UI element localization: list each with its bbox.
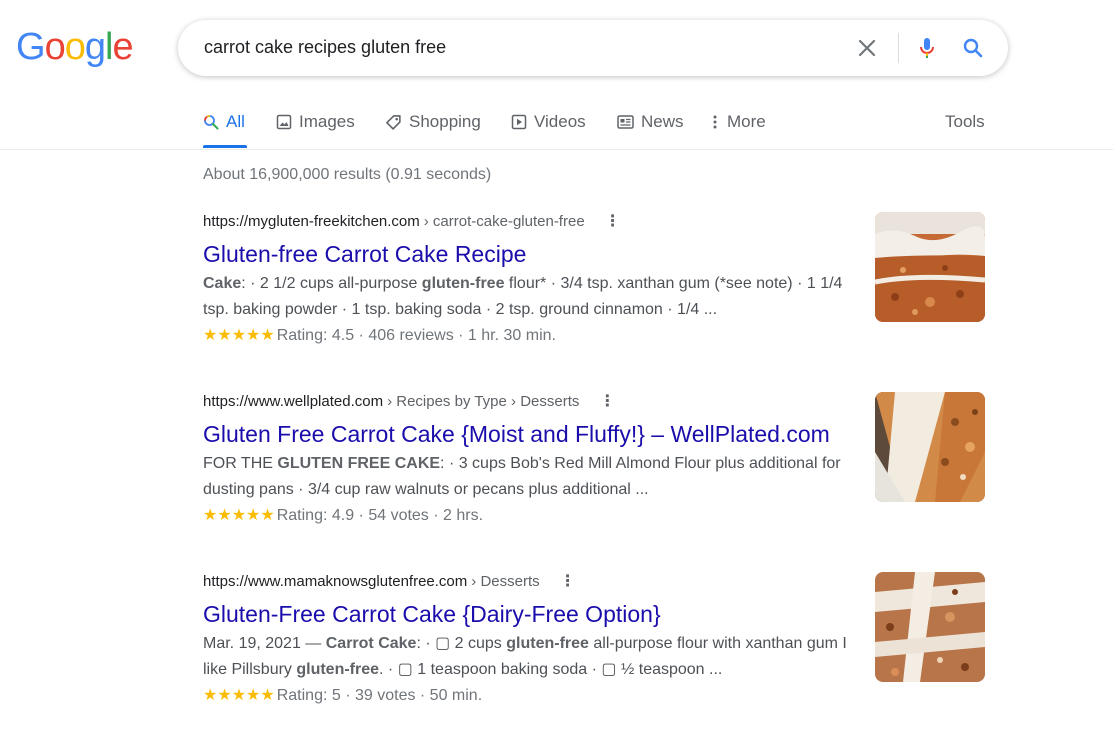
tag-icon bbox=[386, 114, 401, 130]
result-domain: https://www.wellplated.com bbox=[203, 392, 384, 410]
result-path: › carrot-cake-gluten-free bbox=[423, 212, 585, 230]
logo-letter: G bbox=[16, 26, 46, 68]
divider bbox=[898, 33, 899, 63]
tab-more[interactable]: More bbox=[710, 112, 766, 132]
more-options-icon[interactable]: ⋮ bbox=[560, 571, 576, 591]
result-title[interactable]: Gluten-Free Carrot Cake {Dairy-Free Opti… bbox=[203, 599, 985, 629]
result-rating: ★★★★★ Rating: 5 · 39 votes · 50 min. bbox=[203, 683, 985, 709]
image-icon bbox=[276, 114, 292, 130]
result-thumbnail[interactable] bbox=[875, 212, 985, 322]
result-stats: About 16,900,000 results (0.91 seconds) bbox=[203, 166, 492, 183]
tab-label: More bbox=[727, 112, 766, 131]
logo-letter: e bbox=[112, 26, 133, 68]
result-path: › Desserts bbox=[471, 572, 540, 590]
clear-icon[interactable] bbox=[855, 36, 879, 60]
result-snippet: Mar. 19, 2021 — Carrot Cake: · ▢ 2 cups … bbox=[203, 635, 847, 678]
search-result: https://www.wellplated.com › Recipes by … bbox=[203, 390, 985, 529]
more-options-icon[interactable]: ⋮ bbox=[605, 211, 621, 231]
result-thumbnail[interactable] bbox=[875, 392, 985, 502]
logo-letter: o bbox=[64, 26, 86, 68]
result-domain: https://www.mamaknowsglutenfree.com bbox=[203, 572, 468, 590]
result-path: › Recipes by Type › Desserts bbox=[387, 392, 580, 410]
result-url[interactable]: https://www.wellplated.com › Recipes by … bbox=[203, 390, 985, 412]
tab-label: Images bbox=[299, 112, 355, 131]
tab-all[interactable]: All bbox=[203, 112, 245, 132]
search-result: https://mygluten-freekitchen.com › carro… bbox=[203, 210, 985, 349]
tab-shopping[interactable]: Shopping bbox=[385, 112, 481, 132]
result-snippet: Cake: · 2 1/2 cups all-purpose gluten-fr… bbox=[203, 275, 843, 318]
search-tabs: All Images Shopping Videos News More Too… bbox=[203, 108, 1003, 150]
rating-text: Rating: 5 · 39 votes · 50 min. bbox=[276, 687, 483, 704]
search-result: https://www.mamaknowsglutenfree.com › De… bbox=[203, 570, 985, 709]
search-icon[interactable] bbox=[961, 36, 985, 60]
logo-letter: l bbox=[104, 26, 114, 68]
logo-letter: o bbox=[44, 26, 66, 68]
result-rating: ★★★★★ Rating: 4.9 · 54 votes · 2 hrs. bbox=[203, 503, 985, 529]
header-divider bbox=[0, 149, 1113, 150]
tab-images[interactable]: Images bbox=[276, 112, 355, 132]
tools-button[interactable]: Tools bbox=[945, 112, 985, 132]
more-options-icon[interactable]: ⋮ bbox=[599, 391, 615, 411]
rating-stars: ★★★★★ bbox=[203, 687, 275, 704]
result-snippet: FOR THE GLUTEN FREE CAKE: · 3 cups Bob's… bbox=[203, 455, 841, 498]
search-icon bbox=[204, 115, 219, 130]
play-icon bbox=[511, 114, 527, 130]
tab-label: All bbox=[226, 112, 245, 131]
rating-text: Rating: 4.9 · 54 votes · 2 hrs. bbox=[276, 507, 484, 524]
result-thumbnail[interactable] bbox=[875, 572, 985, 682]
rating-text: Rating: 4.5 · 406 reviews · 1 hr. 30 min… bbox=[276, 327, 556, 344]
result-title[interactable]: Gluten Free Carrot Cake {Moist and Fluff… bbox=[203, 419, 985, 449]
microphone-icon[interactable] bbox=[915, 36, 939, 60]
search-input[interactable]: carrot cake recipes gluten free bbox=[204, 37, 446, 58]
google-logo[interactable]: Google bbox=[16, 26, 134, 68]
result-rating: ★★★★★ Rating: 4.5 · 406 reviews · 1 hr. 3… bbox=[203, 323, 985, 349]
tab-videos[interactable]: Videos bbox=[511, 112, 586, 132]
search-box[interactable]: carrot cake recipes gluten free bbox=[178, 20, 1008, 76]
rating-stars: ★★★★★ bbox=[203, 327, 275, 344]
result-domain: https://mygluten-freekitchen.com bbox=[203, 212, 420, 230]
tab-label: News bbox=[641, 112, 684, 131]
result-url[interactable]: https://www.mamaknowsglutenfree.com › De… bbox=[203, 570, 985, 592]
tab-news[interactable]: News bbox=[617, 112, 684, 132]
logo-letter: g bbox=[84, 26, 106, 68]
tab-label: Videos bbox=[534, 112, 586, 131]
active-tab-indicator bbox=[203, 145, 247, 148]
result-title[interactable]: Gluten-free Carrot Cake Recipe bbox=[203, 239, 985, 269]
rating-stars: ★★★★★ bbox=[203, 507, 275, 524]
newspaper-icon bbox=[617, 115, 634, 129]
result-url[interactable]: https://mygluten-freekitchen.com › carro… bbox=[203, 210, 985, 232]
more-vert-icon bbox=[713, 115, 717, 129]
tab-label: Shopping bbox=[409, 112, 481, 131]
